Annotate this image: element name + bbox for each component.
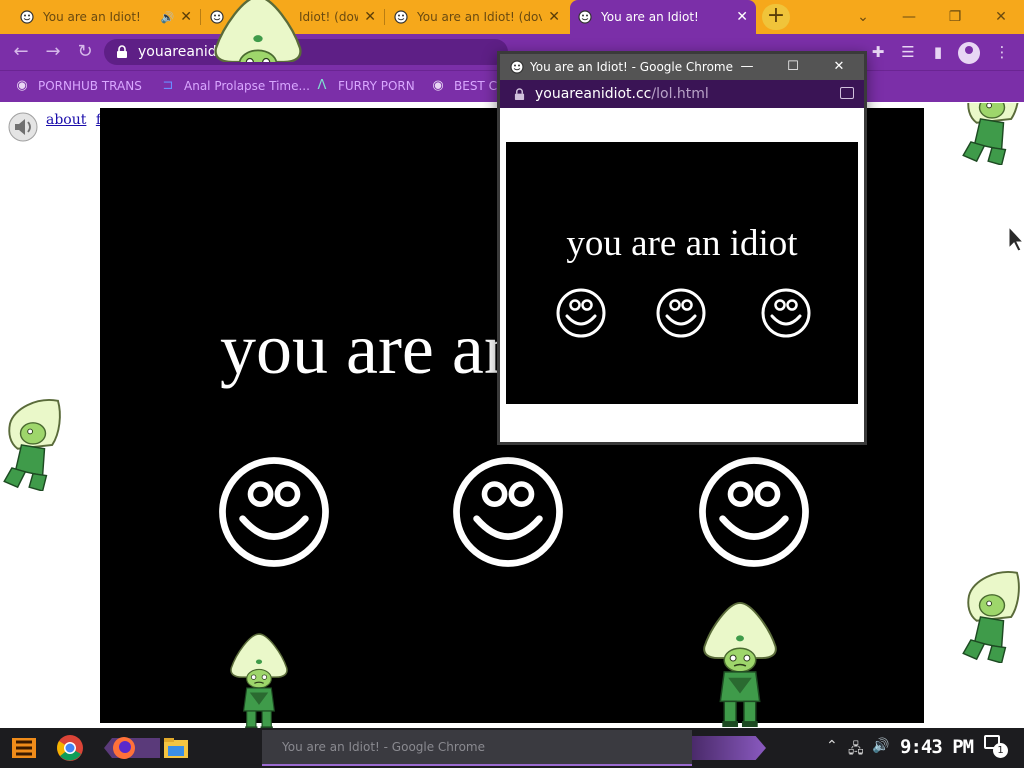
smiley-favicon-icon [20,10,34,24]
smiley-face-icon [218,456,330,568]
tab-close-icon[interactable]: ✕ [736,9,748,25]
tab-close-icon[interactable]: ✕ [548,9,560,25]
about-link[interactable]: about [46,112,86,128]
chrome-icon[interactable] [54,732,86,764]
popup-address-bar[interactable]: youareanidiot.cc/lol.html [500,80,864,108]
smiley-favicon-icon [394,10,408,24]
gem-character-sprite [214,0,302,62]
popup-idiot-stage: you are an idiot [506,142,858,404]
smiley-face-icon [556,288,606,338]
bookmark-item[interactable]: ◉ BEST C [430,78,497,94]
tab-strip: You are an Idiot! 🔊 ✕ Idiot! (dow ✕ You … [0,0,1024,34]
popup-close-button[interactable]: ✕ [816,54,862,80]
notification-badge: 1 [993,743,1008,758]
popup-heading: you are an idiot [566,223,798,264]
popup-page: you are an idiot [500,108,864,442]
popup-window[interactable]: You are an Idiot! - Google Chrome — ☐ ✕ … [497,51,867,445]
tab-close-icon[interactable]: ✕ [364,9,376,25]
gem-character-sprite [230,633,288,728]
tab-close-icon[interactable]: ✕ [180,9,192,25]
back-arrow-icon[interactable]: ← [8,40,34,64]
taskbar-running-app[interactable]: You are an Idiot! - Google Chrome [262,730,692,766]
bookmark-item[interactable]: Λ FURRY PORN [314,78,415,94]
popup-url-host: youareanidiot.cc [535,86,652,102]
firefox-icon[interactable] [104,732,160,764]
new-tab-button[interactable]: + [762,4,790,30]
bracket-icon: ⊐ [162,78,174,93]
menu-kebab-icon[interactable]: ⋮ [990,40,1014,64]
lambda-icon: Λ [317,78,327,93]
gem-character-sprite [962,103,1020,165]
bookmark-item[interactable]: ⊐ Anal Prolapse Time... [160,78,310,94]
volume-icon[interactable]: 🔊 [872,738,889,754]
network-icon[interactable]: 🖧 [848,738,864,762]
reload-icon[interactable]: ↻ [72,40,98,64]
smiley-favicon-icon [578,10,592,24]
mouse-cursor-icon [1008,226,1024,252]
popup-minimize-button[interactable]: — [724,54,770,80]
taskbar-decoration [692,736,766,760]
tab-title: You are an Idiot! [43,10,141,24]
taskbar-clock[interactable]: 9:43 PM [900,736,974,758]
minimize-button[interactable]: — [886,0,932,34]
close-window-button[interactable]: ✕ [978,0,1024,34]
smiley-face-icon [452,456,564,568]
tab-4-active[interactable]: You are an Idiot! ✕ [570,0,756,34]
tab-title: You are an Idiot! [601,10,699,24]
bookmark-item[interactable]: ◉ PORNHUB TRANS [14,78,142,94]
bookmark-label: FURRY PORN [338,79,415,93]
taskbar-running-app-label: You are an Idiot! - Google Chrome [282,740,485,754]
tab-separator [200,9,201,25]
globe-icon: ◉ [432,78,444,93]
notifications-icon[interactable]: 1 [984,735,1008,758]
media-queue-icon[interactable]: ☰ [896,40,920,64]
tab-title: You are an Idiot! (dov [417,10,543,24]
globe-icon: ◉ [16,78,28,93]
popup-url-path: /lol.html [651,86,709,102]
speaker-icon[interactable]: 🔊 [161,11,175,24]
lock-icon[interactable] [116,45,128,59]
bookmark-label: PORNHUB TRANS [38,79,142,93]
smiley-face-icon [656,288,706,338]
popup-maximize-button[interactable]: ☐ [770,54,816,80]
taskbar: You are an Idiot! - Google Chrome ⌃ 🖧 🔊 … [0,728,1024,768]
restore-button[interactable]: ❐ [932,0,978,34]
lock-icon[interactable] [514,87,525,101]
popup-title-text: You are an Idiot! - Google Chrome [530,60,733,74]
tray-chevron-icon[interactable]: ⌃ [826,738,838,754]
tab-3[interactable]: You are an Idiot! (dov ✕ [386,0,568,34]
smiley-favicon-icon [510,60,524,74]
side-panel-icon[interactable]: ▮ [926,40,950,64]
smiley-face-icon [698,456,810,568]
extensions-puzzle-icon[interactable]: ✚ [866,40,890,64]
bookmark-label: BEST C [454,79,497,93]
bookmark-label: Anal Prolapse Time... [184,79,310,93]
forward-arrow-icon[interactable]: → [40,40,66,64]
gem-character-sprite [3,399,61,491]
popup-blocked-icon[interactable] [840,87,854,99]
tab-1[interactable]: You are an Idiot! 🔊 ✕ [12,0,200,34]
tab-search-icon[interactable]: ⌄ [840,0,886,34]
file-explorer-icon[interactable] [160,732,192,764]
smiley-face-icon [761,288,811,338]
gem-character-sprite [962,571,1020,663]
gem-character-sprite [703,601,777,727]
tab-separator [384,9,385,25]
speaker-icon[interactable] [8,112,38,142]
profile-avatar[interactable] [958,42,980,64]
start-menu-icon[interactable] [8,732,40,764]
